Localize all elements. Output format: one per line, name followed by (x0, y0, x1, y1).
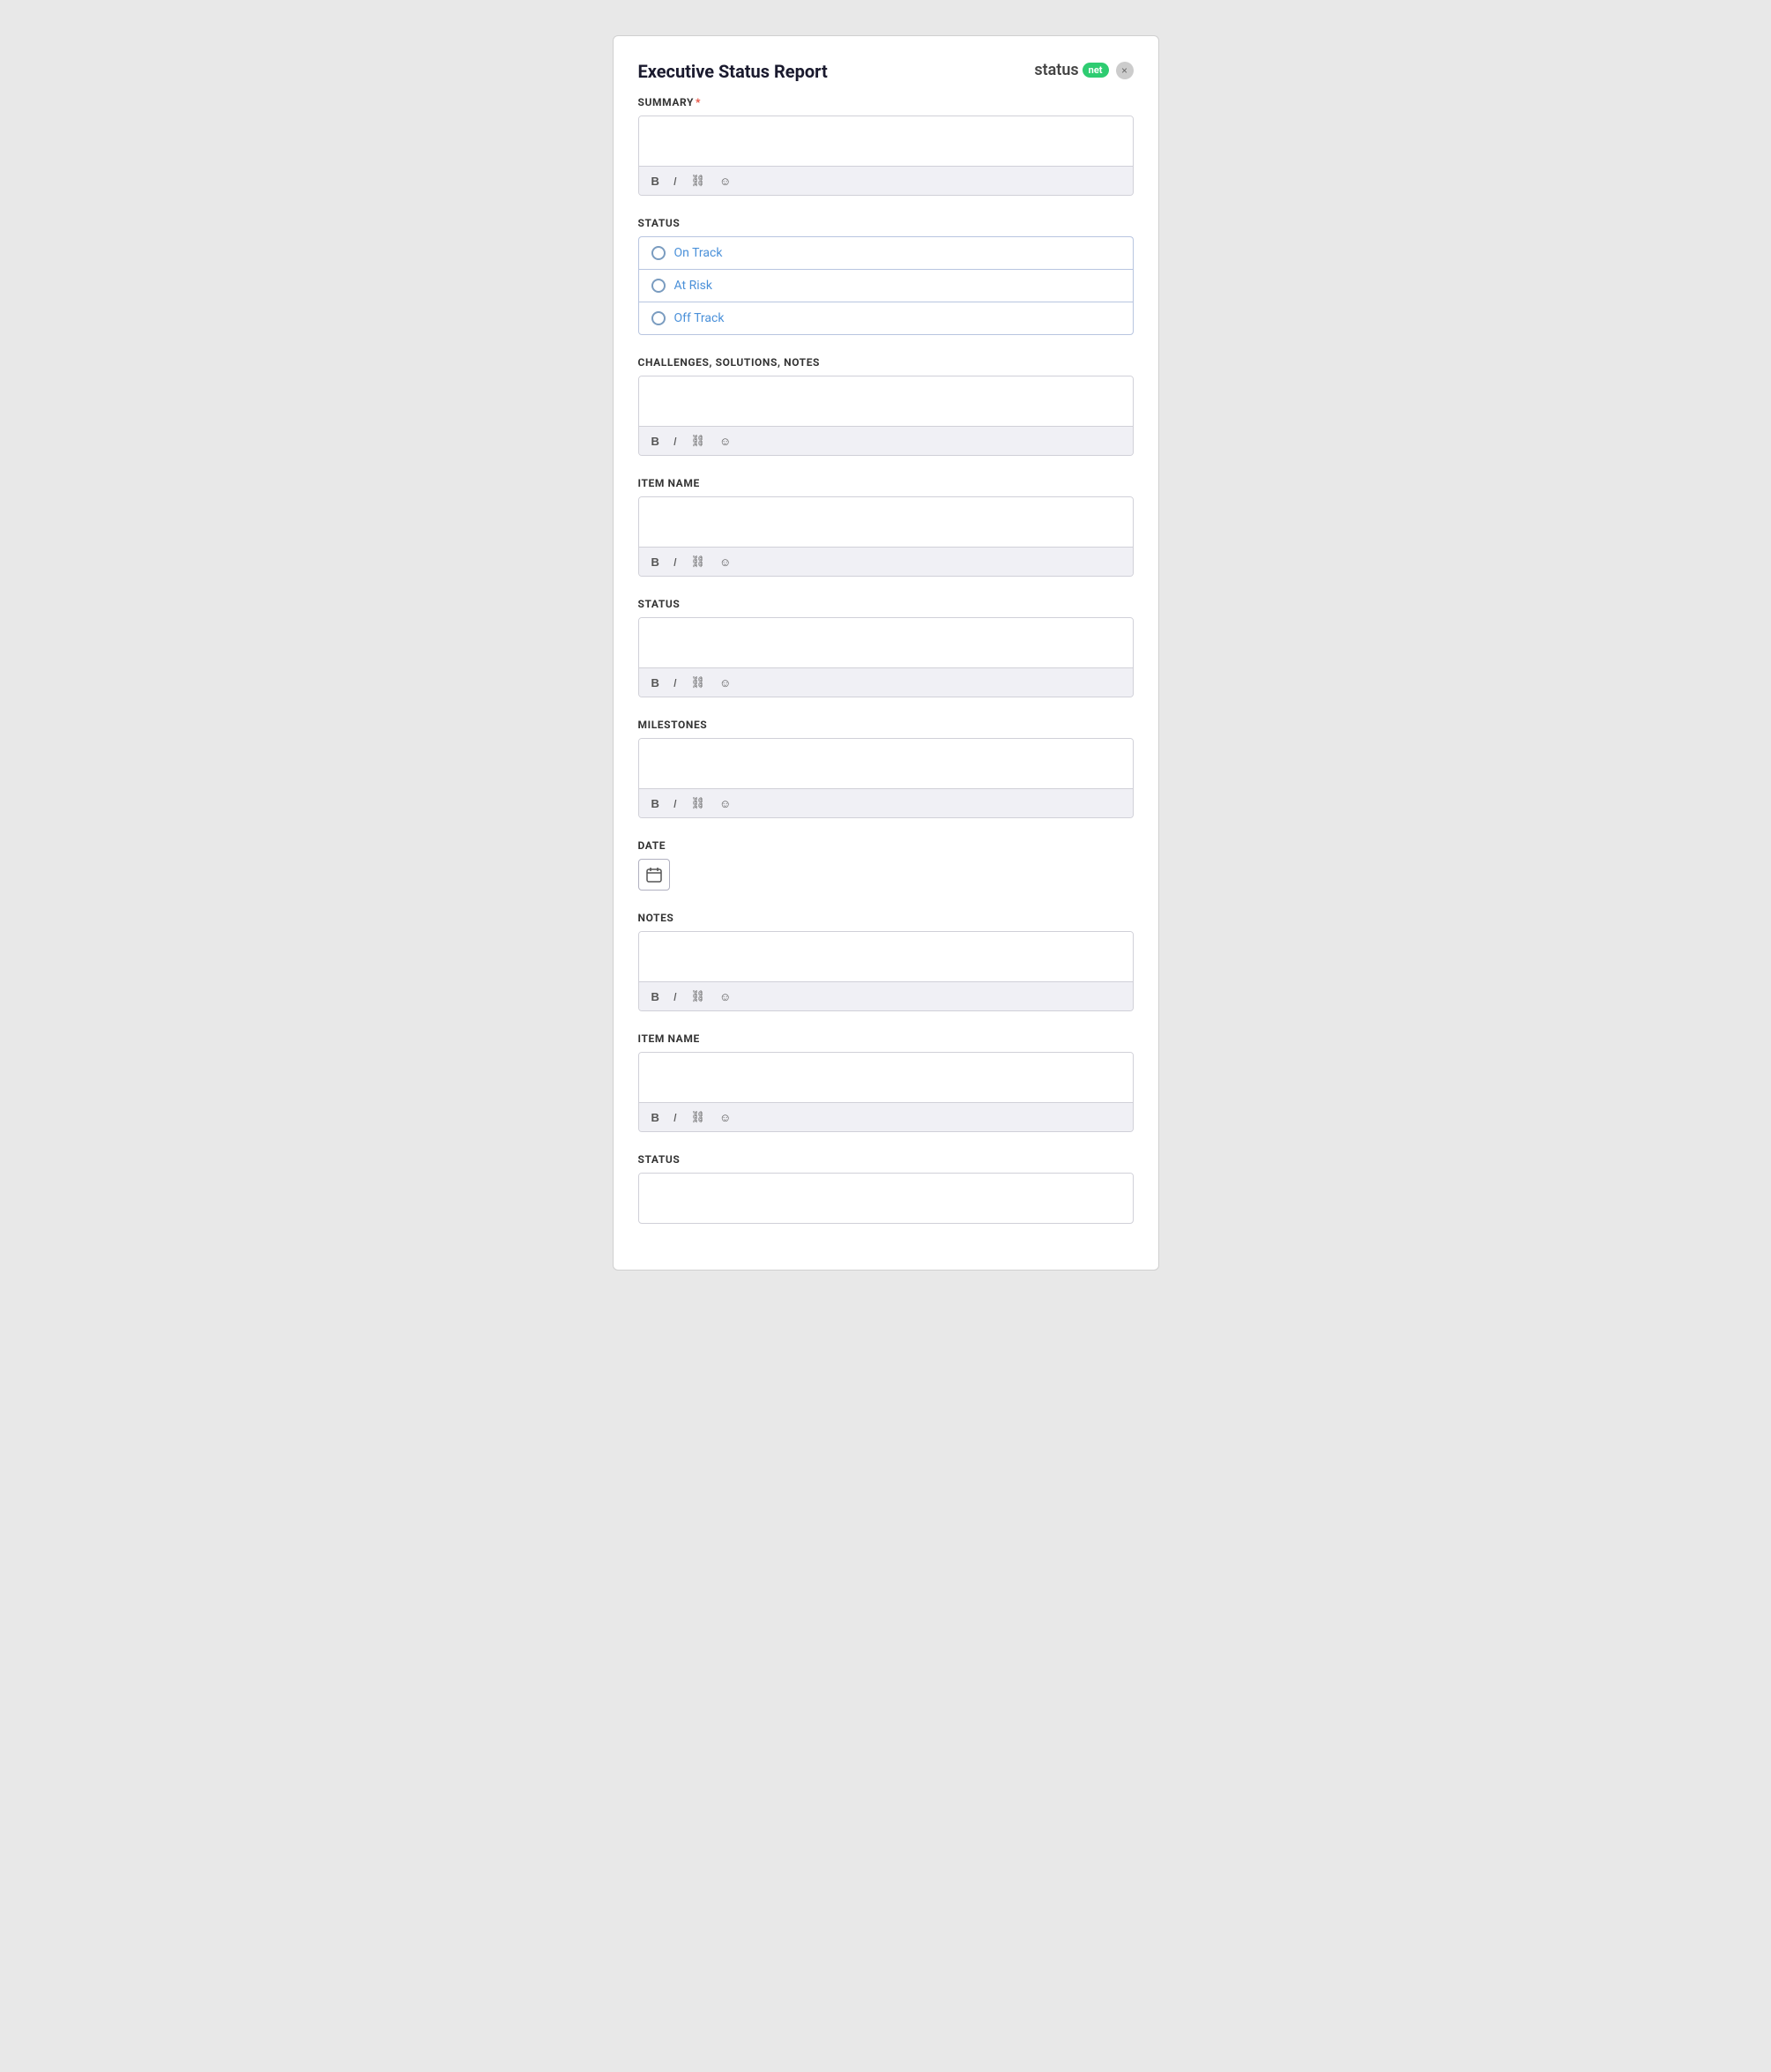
modal-header: Executive Status Report status net × (638, 61, 1134, 82)
milestones-italic-button[interactable]: I (670, 795, 681, 812)
radio-circle-at-risk (651, 279, 666, 293)
challenges-toolbar: B I ⛓ ☺ (639, 426, 1133, 455)
item-name-2-toolbar: B I ⛓ ☺ (639, 1102, 1133, 1131)
modal-title-group: Executive Status Report (638, 61, 828, 82)
notes-bold-button[interactable]: B (648, 988, 663, 1005)
notes-italic-button[interactable]: I (670, 988, 681, 1005)
summary-link-button[interactable]: ⛓ (688, 172, 710, 190)
summary-editor: B I ⛓ ☺ (638, 116, 1134, 196)
radio-label-off-track: Off Track (674, 311, 725, 325)
status-section: STATUS On Track At Risk Off Track (638, 217, 1134, 335)
item-name-emoji-button[interactable]: ☺ (716, 554, 734, 570)
item-name-2-section: ITEM NAME B I ⛓ ☺ (638, 1032, 1134, 1132)
challenges-section: CHALLENGES, SOLUTIONS, NOTES B I ⛓ ☺ (638, 356, 1134, 456)
status-word: status (1034, 61, 1078, 79)
item-name-2-input[interactable] (639, 1053, 1133, 1099)
date-label: DATE (638, 839, 1134, 852)
item-status-label: STATUS (638, 598, 1134, 610)
header-right: status net × (1034, 61, 1133, 79)
milestones-toolbar: B I ⛓ ☺ (639, 788, 1133, 817)
close-button[interactable]: × (1116, 62, 1134, 79)
summary-section: SUMMARY* B I ⛓ ☺ (638, 96, 1134, 196)
date-picker-button[interactable] (638, 859, 670, 891)
summary-input[interactable] (639, 116, 1133, 162)
item-name-2-editor: B I ⛓ ☺ (638, 1052, 1134, 1132)
milestones-label: MILESTONES (638, 719, 1134, 731)
challenges-italic-button[interactable]: I (670, 433, 681, 450)
summary-bold-button[interactable]: B (648, 173, 663, 190)
item-name-2-emoji-button[interactable]: ☺ (716, 1109, 734, 1126)
summary-label: SUMMARY* (638, 96, 1134, 108)
item-name-link-button[interactable]: ⛓ (688, 553, 710, 570)
challenges-editor: B I ⛓ ☺ (638, 376, 1134, 456)
status-radio-group: On Track At Risk Off Track (638, 236, 1134, 335)
item-status-link-button[interactable]: ⛓ (688, 674, 710, 691)
item-status-toolbar: B I ⛓ ☺ (639, 667, 1133, 697)
item-name-input[interactable] (639, 497, 1133, 543)
notes-editor: B I ⛓ ☺ (638, 931, 1134, 1011)
item-name-bold-button[interactable]: B (648, 554, 663, 570)
item-name-2-bold-button[interactable]: B (648, 1109, 663, 1126)
radio-off-track[interactable]: Off Track (638, 302, 1134, 335)
net-badge: net (1083, 63, 1109, 78)
item-name-section: ITEM NAME B I ⛓ ☺ (638, 477, 1134, 577)
calendar-icon (646, 867, 662, 883)
challenges-bold-button[interactable]: B (648, 433, 663, 450)
notes-emoji-button[interactable]: ☺ (716, 988, 734, 1005)
modal-container: Executive Status Report status net × SUM… (613, 35, 1159, 1271)
notes-label: NOTES (638, 912, 1134, 924)
item-name-2-label: ITEM NAME (638, 1032, 1134, 1045)
milestones-editor: B I ⛓ ☺ (638, 738, 1134, 818)
milestones-bold-button[interactable]: B (648, 795, 663, 812)
notes-link-button[interactable]: ⛓ (688, 988, 710, 1005)
statusnet-logo: status net (1034, 61, 1108, 79)
notes-section: NOTES B I ⛓ ☺ (638, 912, 1134, 1011)
notes-input[interactable] (639, 932, 1133, 978)
radio-label-at-risk: At Risk (674, 279, 712, 293)
radio-circle-on-track (651, 246, 666, 260)
challenges-label: CHALLENGES, SOLUTIONS, NOTES (638, 356, 1134, 369)
summary-italic-button[interactable]: I (670, 173, 681, 190)
item-name-toolbar: B I ⛓ ☺ (639, 547, 1133, 576)
status-2-editor (638, 1173, 1134, 1224)
status-label: STATUS (638, 217, 1134, 229)
item-status-italic-button[interactable]: I (670, 675, 681, 691)
item-status-bold-button[interactable]: B (648, 675, 663, 691)
item-name-2-link-button[interactable]: ⛓ (688, 1108, 710, 1126)
item-status-editor: B I ⛓ ☺ (638, 617, 1134, 697)
radio-on-track[interactable]: On Track (638, 236, 1134, 269)
radio-label-on-track: On Track (674, 246, 723, 260)
item-name-italic-button[interactable]: I (670, 554, 681, 570)
item-name-label: ITEM NAME (638, 477, 1134, 489)
notes-toolbar: B I ⛓ ☺ (639, 981, 1133, 1010)
item-status-section: STATUS B I ⛓ ☺ (638, 598, 1134, 697)
milestones-emoji-button[interactable]: ☺ (716, 795, 734, 812)
status-2-input[interactable] (639, 1174, 1133, 1219)
item-name-2-italic-button[interactable]: I (670, 1109, 681, 1126)
modal-title: Executive Status Report (638, 61, 828, 82)
item-name-editor: B I ⛓ ☺ (638, 496, 1134, 577)
challenges-link-button[interactable]: ⛓ (688, 432, 710, 450)
challenges-emoji-button[interactable]: ☺ (716, 433, 734, 450)
summary-toolbar: B I ⛓ ☺ (639, 166, 1133, 195)
milestones-link-button[interactable]: ⛓ (688, 794, 710, 812)
required-indicator: * (696, 96, 701, 108)
radio-at-risk[interactable]: At Risk (638, 269, 1134, 302)
radio-circle-off-track (651, 311, 666, 325)
summary-emoji-button[interactable]: ☺ (716, 173, 734, 190)
status-2-section: STATUS (638, 1153, 1134, 1224)
challenges-input[interactable] (639, 376, 1133, 422)
status-2-label: STATUS (638, 1153, 1134, 1166)
item-status-emoji-button[interactable]: ☺ (716, 675, 734, 691)
date-section: DATE (638, 839, 1134, 891)
milestones-section: MILESTONES B I ⛓ ☺ (638, 719, 1134, 818)
milestones-input[interactable] (639, 739, 1133, 785)
item-status-input[interactable] (639, 618, 1133, 664)
